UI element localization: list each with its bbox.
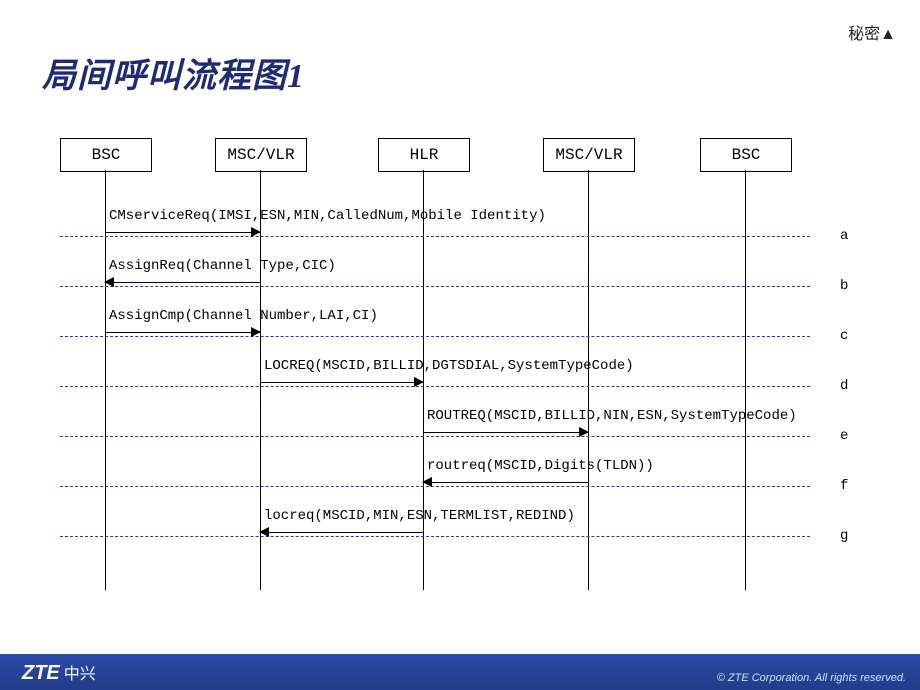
footer-bar: ZTE 中兴 © ZTE Corporation. All rights res… bbox=[0, 654, 920, 690]
message-arrow-line bbox=[260, 382, 423, 383]
message-label: CMserviceReq(IMSI,ESN,MIN,CalledNum,Mobi… bbox=[109, 208, 260, 224]
brand-text-cn: 中兴 bbox=[64, 660, 96, 684]
message-arrow-line bbox=[105, 332, 260, 333]
message-6: locreq(MSCID,MIN,ESN,TERMLIST,REDIND) bbox=[260, 524, 423, 544]
guide-label-e: e bbox=[840, 428, 848, 444]
guide-label-c: c bbox=[840, 328, 848, 344]
participant-box-hlr: HLR bbox=[378, 138, 470, 172]
message-label: AssignCmp(Channel Number,LAI,CI) bbox=[109, 308, 260, 324]
arrow-right-icon bbox=[414, 377, 424, 387]
participant-label: BSC bbox=[732, 146, 761, 164]
message-3: LOCREQ(MSCID,BILLID,DGTSDIAL,SystemTypeC… bbox=[260, 374, 423, 394]
participant-box-bsc2: BSC bbox=[700, 138, 792, 172]
arrow-right-icon bbox=[251, 327, 261, 337]
guide-label-f: f bbox=[840, 478, 848, 494]
guide-label-b: b bbox=[840, 278, 848, 294]
message-label: AssignReq(Channel Type,CIC) bbox=[109, 258, 260, 274]
message-arrow-line bbox=[423, 432, 588, 433]
participant-label: HLR bbox=[410, 146, 439, 164]
message-arrow-line bbox=[105, 232, 260, 233]
message-arrow-line bbox=[423, 482, 588, 483]
message-1: AssignReq(Channel Type,CIC) bbox=[105, 274, 260, 294]
arrow-left-icon bbox=[259, 527, 269, 537]
message-arrow-line bbox=[105, 282, 260, 283]
brand-text: ZTE bbox=[22, 662, 60, 685]
message-label: routreq(MSCID,Digits(TLDN)) bbox=[427, 458, 588, 474]
arrow-right-icon bbox=[579, 427, 589, 437]
message-arrow-line bbox=[260, 532, 423, 533]
classification-label: 秘密▲ bbox=[848, 20, 896, 44]
guide-label-d: d bbox=[840, 378, 848, 394]
sequence-diagram: BSC MSC/VLR HLR MSC/VLR BSC a b c d e f g CMserviceR… bbox=[0, 130, 920, 610]
message-label: locreq(MSCID,MIN,ESN,TERMLIST,REDIND) bbox=[264, 508, 423, 524]
participant-box-mscvlr2: MSC/VLR bbox=[543, 138, 635, 172]
participant-box-bsc1: BSC bbox=[60, 138, 152, 172]
guide-label-g: g bbox=[840, 528, 848, 544]
arrow-left-icon bbox=[422, 477, 432, 487]
message-4: ROUTREQ(MSCID,BILLID,NIN,ESN,SystemTypeC… bbox=[423, 424, 588, 444]
participant-label: BSC bbox=[92, 146, 121, 164]
message-label: LOCREQ(MSCID,BILLID,DGTSDIAL,SystemTypeC… bbox=[264, 358, 423, 374]
lifeline-bsc2 bbox=[745, 170, 746, 590]
guide-label-a: a bbox=[840, 228, 848, 244]
copyright-text: © ZTE Corporation. All rights reserved. bbox=[717, 672, 906, 684]
message-2: AssignCmp(Channel Number,LAI,CI) bbox=[105, 324, 260, 344]
slide: 秘密▲ 局间呼叫流程图1 BSC MSC/VLR HLR MSC/VLR BSC a b c d… bbox=[0, 0, 920, 690]
page-title: 局间呼叫流程图1 bbox=[42, 48, 305, 97]
brand-logo: ZTE 中兴 bbox=[22, 660, 96, 685]
message-5: routreq(MSCID,Digits(TLDN)) bbox=[423, 474, 588, 494]
arrow-right-icon bbox=[251, 227, 261, 237]
guide-line-d bbox=[60, 386, 810, 387]
lifeline-mscvlr2 bbox=[588, 170, 589, 590]
participant-box-mscvlr1: MSC/VLR bbox=[215, 138, 307, 172]
participant-label: MSC/VLR bbox=[555, 146, 622, 164]
message-label: ROUTREQ(MSCID,BILLID,NIN,ESN,SystemTypeC… bbox=[427, 408, 588, 424]
guide-line-g bbox=[60, 536, 810, 537]
message-0: CMserviceReq(IMSI,ESN,MIN,CalledNum,Mobi… bbox=[105, 224, 260, 244]
participant-label: MSC/VLR bbox=[227, 146, 294, 164]
arrow-left-icon bbox=[104, 277, 114, 287]
